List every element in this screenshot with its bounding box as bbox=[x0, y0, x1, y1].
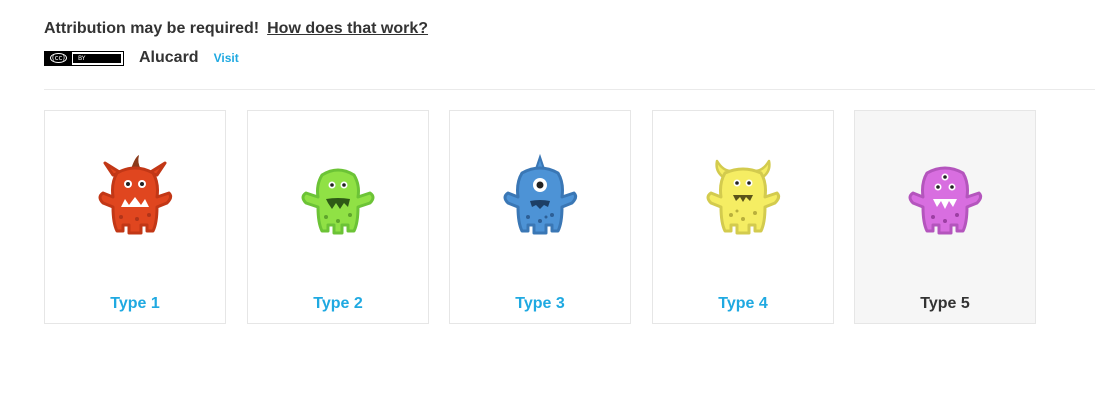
purple-three-eyed-monster-icon bbox=[908, 166, 983, 235]
green-monster-icon bbox=[301, 168, 375, 235]
attribution-notice: Attribution may be required! bbox=[44, 20, 260, 37]
type-label: Type 5 bbox=[920, 295, 970, 312]
type-card-5[interactable]: Type 5 bbox=[854, 110, 1036, 324]
red-horned-monster-icon bbox=[98, 155, 173, 235]
type-card-1[interactable]: Type 1 bbox=[44, 110, 226, 324]
author-name: Alucard bbox=[139, 49, 199, 66]
yellow-horned-monster-icon bbox=[706, 159, 781, 235]
blue-cyclops-monster-icon bbox=[503, 153, 578, 235]
type-card-4[interactable]: Type 4 bbox=[652, 110, 834, 324]
by-icon: BY bbox=[73, 53, 121, 63]
cc-logo-icon: (cc) bbox=[45, 51, 72, 65]
cc-by-license-badge[interactable]: (cc) BY bbox=[44, 50, 124, 66]
type-label: Type 3 bbox=[515, 295, 565, 312]
type-card-2[interactable]: Type 2 bbox=[247, 110, 429, 324]
type-label: Type 2 bbox=[313, 295, 363, 312]
how-does-that-work-link[interactable]: How does that work? bbox=[267, 20, 428, 38]
attribution-notice-row: Attribution may be required! How does th… bbox=[44, 18, 428, 40]
visit-link[interactable]: Visit bbox=[214, 51, 239, 65]
type-card-3[interactable]: Type 3 bbox=[449, 110, 631, 324]
author-row: (cc) BY Alucard Visit bbox=[44, 48, 239, 68]
type-label: Type 1 bbox=[110, 295, 160, 312]
type-label: Type 4 bbox=[718, 295, 768, 312]
divider bbox=[44, 89, 1095, 90]
